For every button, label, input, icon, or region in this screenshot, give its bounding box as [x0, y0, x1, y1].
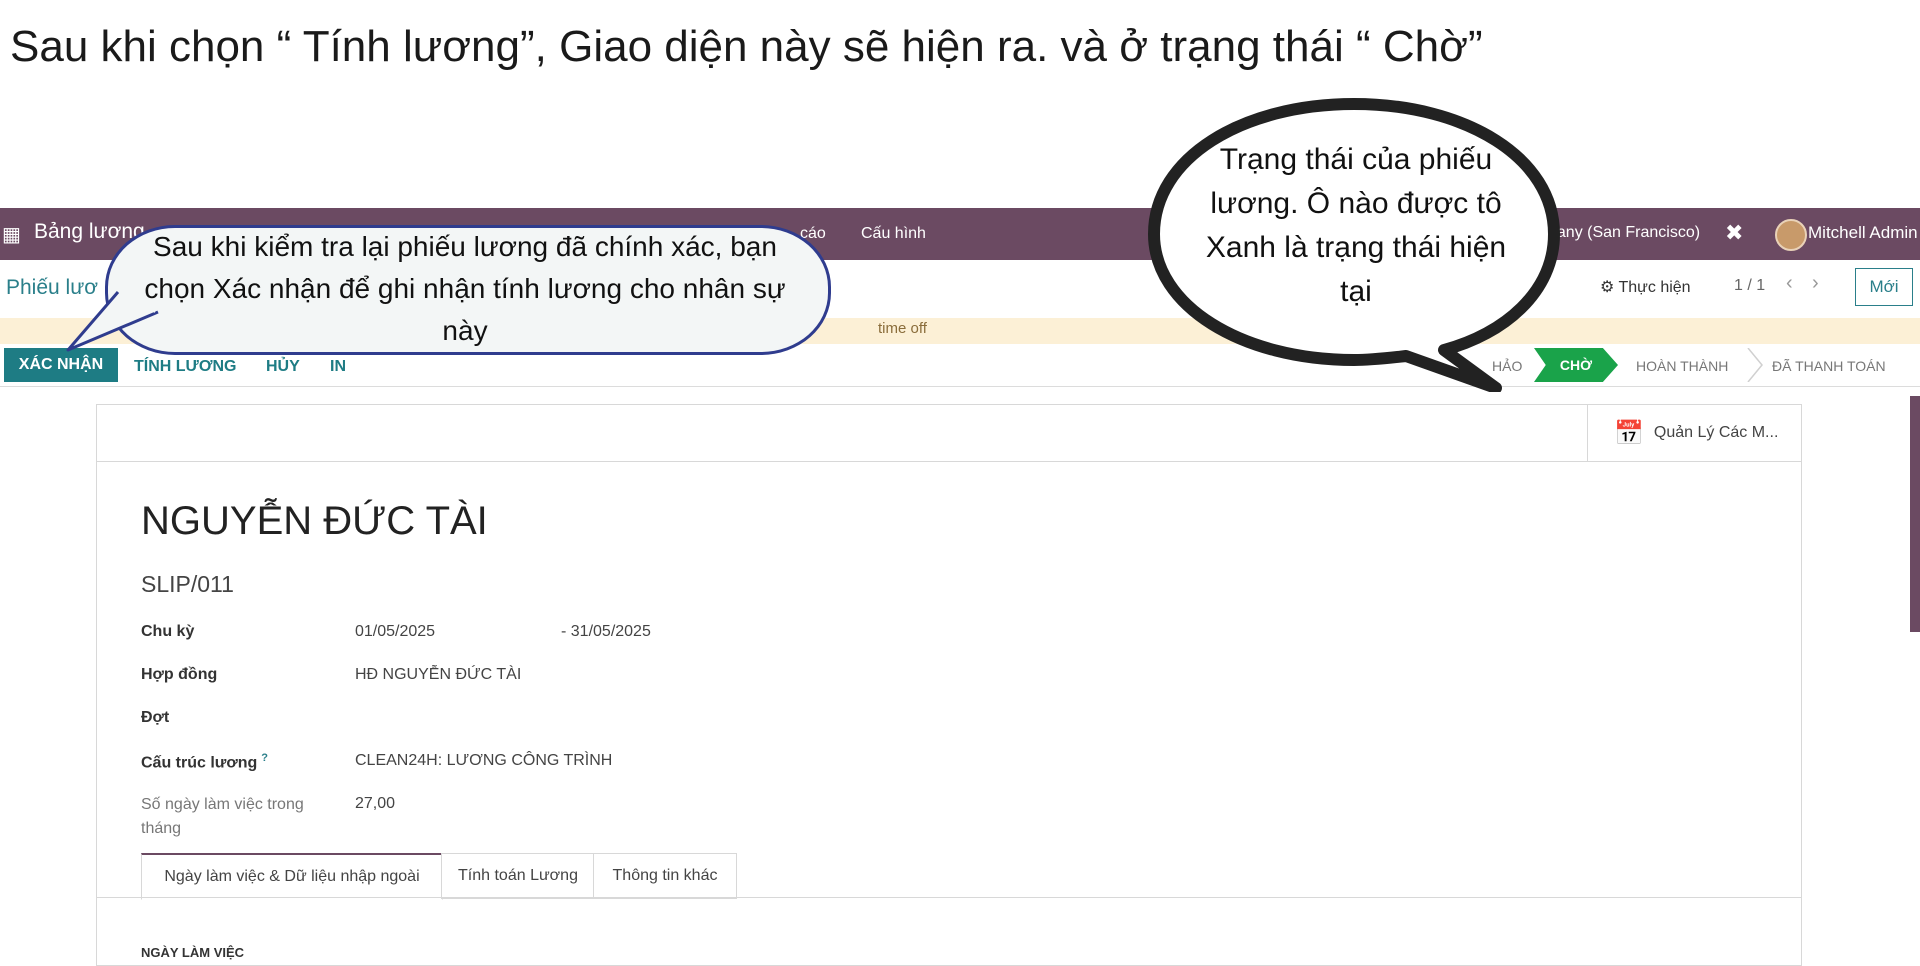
user-menu[interactable]: Mitchell Admin: [1808, 223, 1918, 243]
slip-reference[interactable]: SLIP/011: [141, 571, 234, 598]
tab-divider: [97, 897, 1801, 898]
slide-heading: Sau khi chọn “ Tính lương”, Giao diện nà…: [10, 22, 1483, 71]
tab-worked-days[interactable]: Ngày làm việc & Dữ liệu nhập ngoài: [141, 853, 443, 900]
stage-paid[interactable]: ĐÃ THANH TOÁN: [1772, 358, 1886, 374]
callout-right-text: Trạng thái của phiếu lương. Ô nào được t…: [1205, 143, 1507, 308]
stage-done[interactable]: HOÀN THÀNH: [1636, 358, 1728, 374]
structure-label-wrap: Cấu trúc lương?: [141, 752, 268, 772]
contract-field[interactable]: HĐ NGUYỄN ĐỨC TÀI: [355, 666, 521, 684]
scrollbar[interactable]: [1910, 396, 1920, 632]
workdays-label: Số ngày làm việc trong tháng: [141, 796, 304, 837]
print-button[interactable]: IN: [330, 358, 346, 376]
chevron-right-icon[interactable]: ›: [1812, 272, 1819, 295]
actions-label: Thực hiện: [1618, 279, 1691, 296]
cancel-button[interactable]: HỦY: [266, 358, 300, 376]
tab-other-info[interactable]: Thông tin khác: [593, 853, 737, 899]
structure-field[interactable]: CLEAN24H: LƯƠNG CÔNG TRÌNH: [355, 752, 612, 770]
employee-name[interactable]: NGUYỄN ĐỨC TÀI: [141, 499, 488, 544]
structure-label: Cấu trúc lương: [141, 754, 258, 772]
period-label: Chu kỳ: [141, 623, 195, 640]
help-icon[interactable]: ?: [261, 752, 268, 764]
calendar-icon: 📅: [1614, 419, 1644, 447]
compute-sheet-button[interactable]: TÍNH LƯƠNG: [134, 358, 236, 376]
contract-label: Hợp đồng: [141, 666, 218, 683]
pager-value: 1 / 1: [1734, 277, 1766, 294]
company-switcher[interactable]: pany (San Francisco): [1548, 224, 1700, 242]
new-button[interactable]: Mới: [1855, 268, 1913, 306]
confirm-button[interactable]: XÁC NHẬN: [4, 348, 118, 382]
period-to-field[interactable]: - 31/05/2025: [561, 623, 651, 641]
button-box: 📅 Quản Lý Các M...: [97, 405, 1801, 462]
work-entries-smart-button[interactable]: 📅 Quản Lý Các M...: [1587, 405, 1802, 461]
callout-left-text: Sau khi kiểm tra lại phiếu lương đã chín…: [144, 231, 786, 346]
tab-salary-computation[interactable]: Tính toán Lương: [441, 853, 595, 899]
menu-configuration[interactable]: Cấu hình: [861, 225, 926, 243]
batch-label: Đợt: [141, 709, 170, 726]
gear-icon: ⚙: [1600, 279, 1615, 296]
form-sheet: 📅 Quản Lý Các M... NGUYỄN ĐỨC TÀI SLIP/0…: [96, 404, 1802, 966]
app-grid-icon[interactable]: ▦: [2, 222, 21, 247]
stage-separator-icon: [1747, 348, 1763, 382]
period-from-field[interactable]: 01/05/2025: [355, 623, 435, 641]
smart-button-label: Quản Lý Các M...: [1653, 424, 1779, 441]
tools-icon[interactable]: ✖: [1725, 220, 1743, 246]
workdays-field[interactable]: 27,00: [355, 795, 395, 813]
chevron-left-icon[interactable]: ‹: [1786, 272, 1793, 295]
avatar[interactable]: [1775, 219, 1807, 251]
section-title: NGÀY LÀM VIỆC: [141, 945, 245, 960]
warning-text: time off: [878, 320, 927, 337]
actions-menu[interactable]: ⚙ Thực hiện: [1600, 277, 1691, 297]
